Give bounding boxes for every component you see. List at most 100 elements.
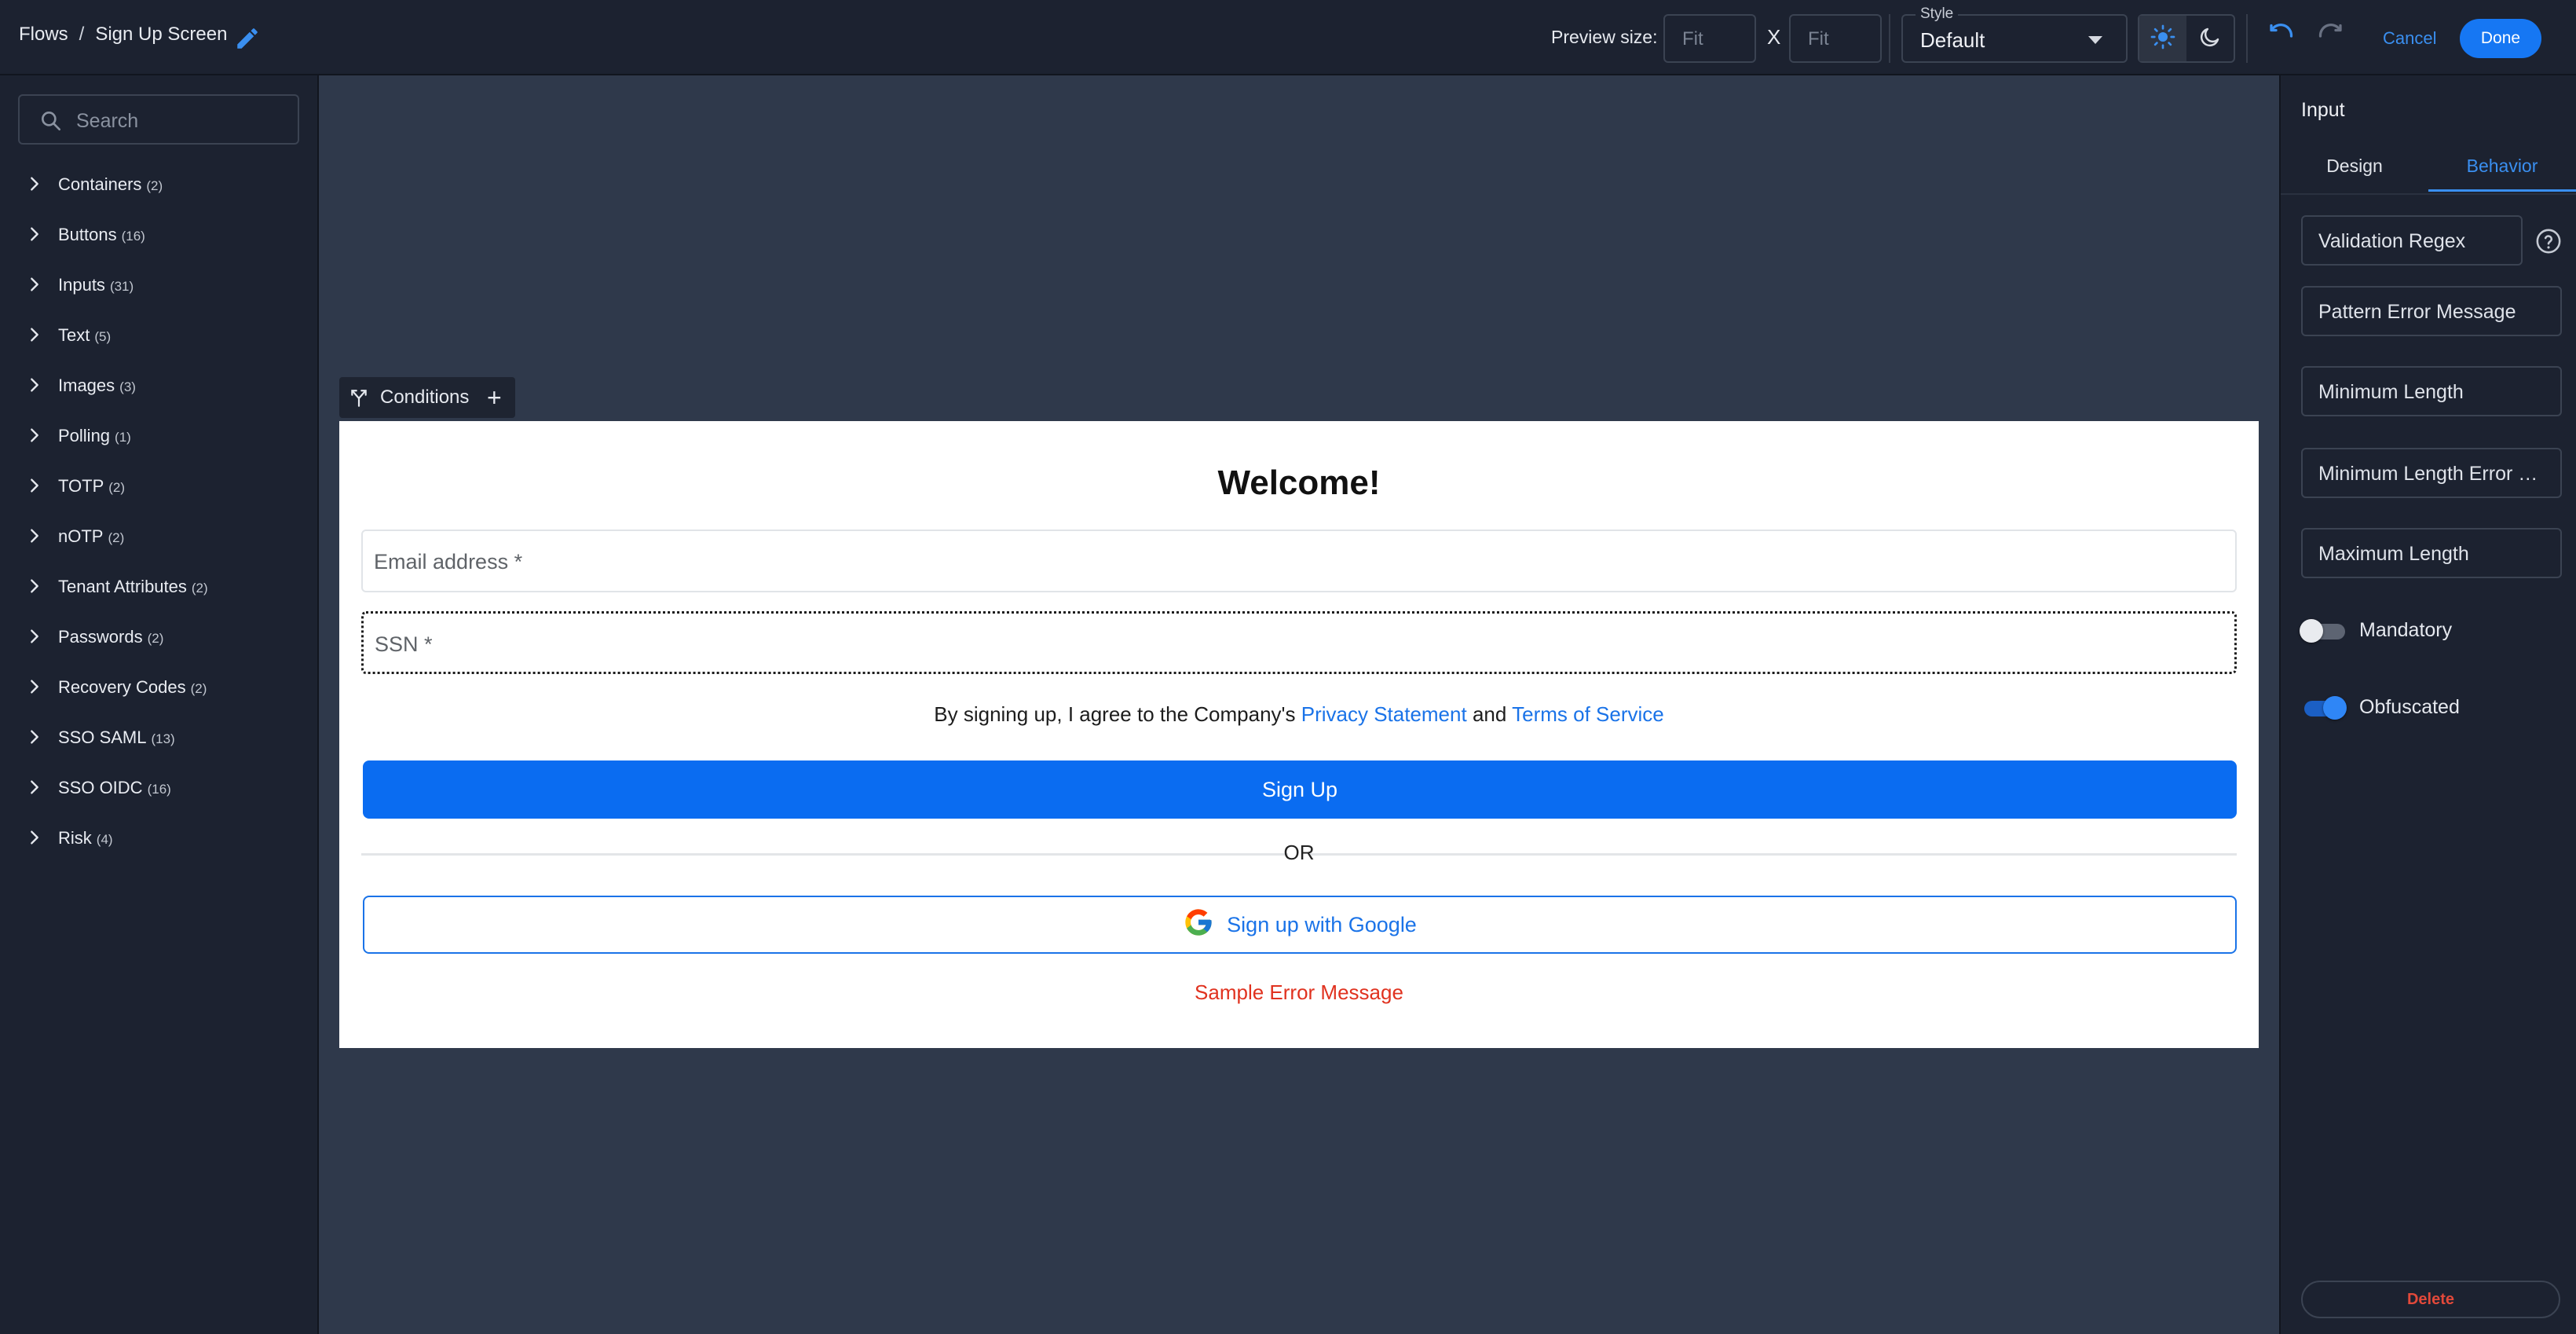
conditions-branch-icon: [349, 388, 369, 412]
minimum-length-error-message-field[interactable]: Minimum Length Error Message: [2301, 448, 2562, 498]
edit-pencil-icon[interactable]: [234, 25, 261, 52]
minimum-length-field[interactable]: Minimum Length: [2301, 366, 2562, 416]
preview-height-input[interactable]: Fit: [1789, 14, 1882, 63]
chevron-right-icon: [26, 276, 43, 293]
sign-up-button[interactable]: Sign Up: [363, 760, 2237, 819]
sign-up-with-google-button[interactable]: Sign up with Google: [363, 896, 2237, 954]
category-count: (2): [146, 178, 163, 193]
category-containers[interactable]: Containers (2): [0, 165, 319, 203]
validation-regex-placeholder: Validation Regex: [2318, 230, 2466, 252]
done-button[interactable]: Done: [2460, 19, 2541, 58]
help-circle-icon[interactable]: [2535, 228, 2562, 258]
undo-button[interactable]: [2265, 22, 2296, 53]
category-name: Recovery Codes: [58, 677, 186, 697]
maximum-length-field[interactable]: Maximum Length: [2301, 528, 2562, 578]
category-passwords[interactable]: Passwords (2): [0, 618, 319, 655]
delete-button[interactable]: Delete: [2301, 1281, 2560, 1318]
plus-icon[interactable]: +: [487, 383, 502, 412]
style-select-value: Default: [1920, 28, 1985, 52]
conditions-label: Conditions: [380, 387, 470, 408]
chevron-right-icon: [26, 829, 43, 846]
category-text[interactable]: Text (5): [0, 316, 319, 354]
component-sidebar: Search Containers (2) Buttons (16) Inputs (31…: [0, 75, 319, 1334]
category-recovery-codes[interactable]: Recovery Codes (2): [0, 668, 319, 705]
category-count: (1): [115, 430, 131, 445]
category-label: Tenant Attributes (2): [58, 577, 208, 597]
preview-size-label: Preview size:: [1551, 27, 1658, 47]
category-notp[interactable]: nOTP (2): [0, 517, 319, 555]
minimum-length-placeholder: Minimum Length: [2318, 381, 2464, 403]
breadcrumb: Flows / Sign Up Screen: [19, 24, 227, 46]
undo-icon: [2267, 22, 2295, 54]
pattern-error-message-placeholder: Pattern Error Message: [2318, 301, 2516, 323]
category-label: Polling (1): [58, 426, 131, 446]
category-count: (16): [147, 782, 171, 797]
category-label: SSO SAML (13): [58, 727, 175, 748]
category-name: nOTP: [58, 526, 104, 546]
tab-behavior[interactable]: Behavior: [2428, 151, 2576, 192]
light-theme-button[interactable]: [2139, 16, 2186, 61]
redo-button[interactable]: [2315, 22, 2347, 53]
category-label: Containers (2): [58, 174, 163, 195]
category-count: (31): [109, 279, 134, 294]
divider: [1889, 14, 1890, 63]
category-name: Polling: [58, 426, 111, 445]
category-name: Text: [58, 325, 90, 345]
category-count: (4): [96, 832, 113, 847]
email-field[interactable]: Email address *: [361, 530, 2237, 592]
obfuscated-toggle[interactable]: [2300, 694, 2347, 720]
chevron-right-icon: [26, 678, 43, 695]
preview-width-input[interactable]: Fit: [1663, 14, 1756, 63]
privacy-statement-link[interactable]: Privacy Statement: [1301, 702, 1467, 726]
category-risk[interactable]: Risk (4): [0, 819, 319, 856]
theme-toggle: [2138, 14, 2235, 63]
category-count: (16): [121, 229, 145, 244]
category-sso-oidc[interactable]: SSO OIDC (16): [0, 768, 319, 806]
tab-design[interactable]: Design: [2281, 151, 2428, 192]
category-tenant-attributes[interactable]: Tenant Attributes (2): [0, 567, 319, 605]
divider: [2246, 14, 2248, 63]
category-name: Containers: [58, 174, 142, 194]
category-totp[interactable]: TOTP (2): [0, 467, 319, 504]
breadcrumb-flows[interactable]: Flows: [19, 24, 68, 46]
category-label: SSO OIDC (16): [58, 778, 171, 798]
search-input[interactable]: Search: [18, 94, 299, 145]
conditions-bar[interactable]: Conditions +: [339, 377, 515, 418]
validation-regex-field[interactable]: Validation Regex: [2301, 215, 2523, 266]
form-title: Welcome!: [1217, 464, 1381, 502]
or-separator-label: OR: [1283, 841, 1315, 864]
mandatory-toggle[interactable]: [2300, 618, 2347, 643]
category-label: Passwords (2): [58, 627, 163, 647]
category-count: (2): [108, 530, 125, 545]
dark-theme-button[interactable]: [2186, 16, 2234, 61]
sun-icon: [2150, 24, 2175, 53]
category-inputs[interactable]: Inputs (31): [0, 266, 319, 303]
sign-up-form-preview: Welcome! Email address * SSN * By signin…: [339, 421, 2259, 1048]
sample-error-message: Sample Error Message: [1195, 980, 1403, 1004]
category-name: Images: [58, 376, 115, 395]
category-name: SSO SAML: [58, 727, 147, 747]
search-icon: [38, 108, 64, 137]
category-label: Images (3): [58, 376, 136, 396]
cancel-button[interactable]: Cancel: [2383, 28, 2436, 49]
google-logo-icon: [1183, 907, 1214, 944]
style-select[interactable]: Style Default: [1901, 5, 2128, 63]
ssn-placeholder: SSN *: [375, 632, 433, 656]
maximum-length-placeholder: Maximum Length: [2318, 543, 2469, 565]
panel-title: Input: [2301, 99, 2345, 121]
category-label: Text (5): [58, 325, 111, 346]
chevron-right-icon: [26, 225, 43, 243]
chevron-right-icon: [26, 527, 43, 544]
breadcrumb-current: Sign Up Screen: [95, 24, 228, 45]
category-buttons[interactable]: Buttons (16): [0, 215, 319, 253]
ssn-field[interactable]: SSN *: [361, 611, 2237, 674]
top-bar: Flows / Sign Up Screen Preview size: Fit…: [0, 0, 2576, 75]
pattern-error-message-field[interactable]: Pattern Error Message: [2301, 286, 2562, 336]
terms-of-service-link[interactable]: Terms of Service: [1512, 702, 1664, 726]
category-sso-saml[interactable]: SSO SAML (13): [0, 718, 319, 756]
chevron-right-icon: [26, 728, 43, 746]
category-label: Buttons (16): [58, 225, 145, 245]
breadcrumb-separator: /: [79, 24, 85, 45]
category-polling[interactable]: Polling (1): [0, 416, 319, 454]
category-images[interactable]: Images (3): [0, 366, 319, 404]
